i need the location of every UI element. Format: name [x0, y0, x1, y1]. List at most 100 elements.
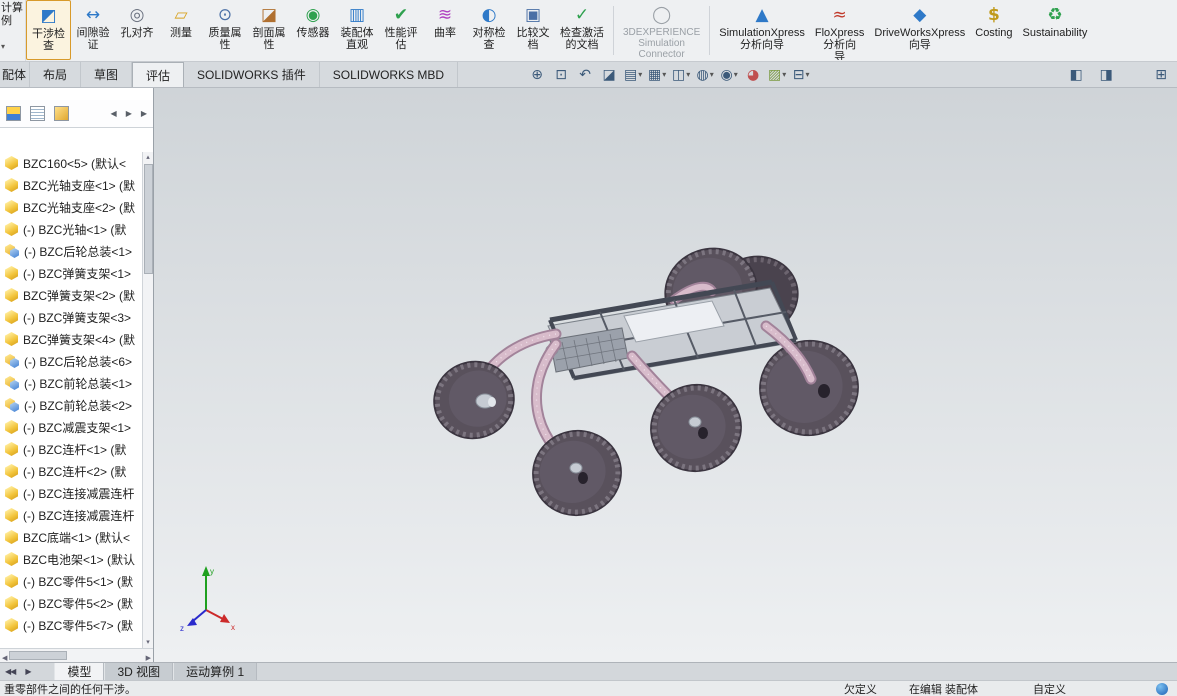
- panel-flyout-arrow-icon[interactable]: [141, 109, 147, 118]
- costing-icon: [981, 3, 1007, 27]
- tab-solidworks-mbd[interactable]: SOLIDWORKS MBD: [320, 62, 459, 87]
- tab-scroll-right-icon[interactable]: [20, 663, 36, 680]
- tab-assembly[interactable]: 配体: [0, 62, 30, 87]
- tree-item[interactable]: (-) BZC零件5<7> (默: [0, 614, 142, 636]
- status-edit-state: 在编辑 装配体: [908, 683, 978, 696]
- previous-view-icon[interactable]: [574, 65, 596, 85]
- apply-scene-icon[interactable]: [766, 65, 788, 85]
- status-custom[interactable]: 自定义: [1033, 681, 1066, 696]
- ribbon-cut-button[interactable]: 计算 例: [0, 0, 26, 61]
- assembly-visualization-icon: [344, 3, 370, 27]
- compare-documents-button[interactable]: 比较文 档: [511, 0, 555, 60]
- tree-item[interactable]: (-) BZC零件5<2> (默: [0, 592, 142, 614]
- commandmanager-tabs: 配体 布局 草图 评估 SOLIDWORKS 插件 SOLIDWORKS MBD: [0, 62, 459, 87]
- tree-item[interactable]: (-) BZC后轮总装<1>: [0, 240, 142, 262]
- panel-forward-arrow-icon[interactable]: [126, 109, 132, 118]
- curvature-button[interactable]: 曲率: [423, 0, 467, 60]
- scrollbar-thumb[interactable]: [143, 164, 153, 274]
- hole-alignment-icon: [124, 3, 150, 27]
- clearance-verification-button[interactable]: 间隙验 证: [71, 0, 115, 60]
- tree-item[interactable]: (-) BZC前轮总装<1>: [0, 372, 142, 394]
- edit-appearance-icon[interactable]: [742, 65, 764, 85]
- display-style-icon[interactable]: [694, 65, 716, 85]
- scroll-up-icon[interactable]: [146, 152, 150, 163]
- hole-alignment-button[interactable]: 孔对齐: [115, 0, 159, 60]
- floxpress-wizard-button[interactable]: FloXpress 分析向 导: [810, 0, 870, 60]
- show-right-pane-icon[interactable]: [1095, 65, 1117, 85]
- view-orientation-icon[interactable]: [670, 65, 692, 85]
- curvature-icon: [432, 3, 458, 27]
- tab-solidworks-addins[interactable]: SOLIDWORKS 插件: [184, 62, 320, 87]
- performance-evaluation-button[interactable]: 性能评 估: [379, 0, 423, 60]
- section-properties-icon: [256, 3, 282, 27]
- tree-item[interactable]: (-) BZC连接减震连杆: [0, 504, 142, 526]
- tab-3d-views[interactable]: 3D 视图: [104, 663, 174, 680]
- section-properties-button[interactable]: 剖面属 性: [247, 0, 291, 60]
- tree-item[interactable]: (-) BZC光轴<1> (默: [0, 218, 142, 240]
- section-view-icon[interactable]: [598, 65, 620, 85]
- sensors-button[interactable]: 传感器: [291, 0, 335, 60]
- part-icon: [5, 266, 18, 280]
- tree-item[interactable]: (-) BZC弹簧支架<3>: [0, 306, 142, 328]
- tree-top-spacer: [0, 128, 153, 152]
- tab-evaluate[interactable]: 评估: [132, 62, 185, 87]
- tree-item[interactable]: BZC电池架<1> (默认: [0, 548, 142, 570]
- tab-model[interactable]: 模型: [54, 663, 105, 680]
- mass-properties-icon: [212, 3, 238, 27]
- tree-item[interactable]: (-) BZC弹簧支架<1>: [0, 262, 142, 284]
- scroll-down-icon[interactable]: [146, 637, 150, 648]
- scrollbar-thumb[interactable]: [9, 651, 68, 660]
- costing-button[interactable]: Costing: [970, 0, 1017, 60]
- featuremanager-tab-icon[interactable]: [6, 106, 21, 121]
- tab-sketch[interactable]: 草图: [81, 62, 133, 87]
- tree-item[interactable]: (-) BZC前轮总装<2>: [0, 394, 142, 416]
- interference-check-icon: [36, 4, 62, 28]
- measure-button[interactable]: 测量: [159, 0, 203, 60]
- part-icon: [5, 464, 18, 478]
- tab-layout[interactable]: 布局: [30, 62, 82, 87]
- show-left-pane-icon[interactable]: [1065, 65, 1087, 85]
- propertymanager-tab-icon[interactable]: [30, 106, 45, 121]
- tab-motion-study-1[interactable]: 运动算例 1: [173, 663, 258, 680]
- hide-show-items-icon[interactable]: [718, 65, 740, 85]
- sustainability-button[interactable]: Sustainability: [1018, 0, 1093, 60]
- 3dexperience-icon: [649, 3, 675, 27]
- simulationxpress-wizard-button[interactable]: SimulationXpress 分析向导: [714, 0, 810, 60]
- zoom-area-icon[interactable]: [550, 65, 572, 85]
- tree-item[interactable]: BZC光轴支座<1> (默: [0, 174, 142, 196]
- tree-item[interactable]: BZC160<5> (默认<: [0, 152, 142, 174]
- annotation-views-icon[interactable]: [622, 65, 644, 85]
- 3dexperience-simulation-connector-button[interactable]: 3DEXPERIENCE Simulation Connector: [618, 0, 705, 60]
- tree-item[interactable]: (-) BZC连杆<1> (默: [0, 438, 142, 460]
- collapse-ribbon-icon[interactable]: [1125, 65, 1167, 85]
- symmetry-check-button[interactable]: 对称检 查: [467, 0, 511, 60]
- assembly-icon: [5, 398, 19, 412]
- tree-item[interactable]: (-) BZC零件5<1> (默: [0, 570, 142, 592]
- assembly-visualization-button[interactable]: 装配体 直观: [335, 0, 379, 60]
- tree-item[interactable]: BZC弹簧支架<4> (默: [0, 328, 142, 350]
- panel-back-arrow-icon[interactable]: [111, 109, 117, 118]
- graphics-viewport[interactable]: z x y: [154, 88, 1177, 662]
- interference-check-button[interactable]: 干涉检 查: [26, 0, 71, 60]
- mass-properties-button[interactable]: 质量属 性: [203, 0, 247, 60]
- status-globe-icon[interactable]: [1156, 682, 1168, 695]
- check-active-document-button[interactable]: 检查激活 的文档: [555, 0, 609, 60]
- driveworksxpress-wizard-button[interactable]: DriveWorksXpress 向导: [869, 0, 970, 60]
- tree-item[interactable]: (-) BZC后轮总装<6>: [0, 350, 142, 372]
- tree-horizontal-scrollbar[interactable]: [0, 648, 153, 662]
- dropdown-caret-icon: [1, 40, 5, 53]
- tree-item[interactable]: BZC光轴支座<2> (默: [0, 196, 142, 218]
- view-selector-icon[interactable]: [646, 65, 668, 85]
- configurationmanager-tab-icon[interactable]: [54, 106, 69, 121]
- tree-item[interactable]: BZC底端<1> (默认<: [0, 526, 142, 548]
- tab-scroll-start-icon[interactable]: [0, 663, 20, 680]
- tree-item[interactable]: (-) BZC连杆<2> (默: [0, 460, 142, 482]
- tree-item[interactable]: (-) BZC减震支架<1>: [0, 416, 142, 438]
- commandmanager-tabstrip: 配体 布局 草图 评估 SOLIDWORKS 插件 SOLIDWORKS MBD: [0, 62, 1177, 88]
- tree-item[interactable]: (-) BZC连接减震连杆: [0, 482, 142, 504]
- status-define-state: 欠定义: [843, 683, 877, 696]
- zoom-fit-icon[interactable]: [526, 65, 548, 85]
- tree-item[interactable]: BZC弹簧支架<2> (默: [0, 284, 142, 306]
- tree-vertical-scrollbar[interactable]: [142, 152, 153, 648]
- view-settings-icon[interactable]: [790, 65, 812, 85]
